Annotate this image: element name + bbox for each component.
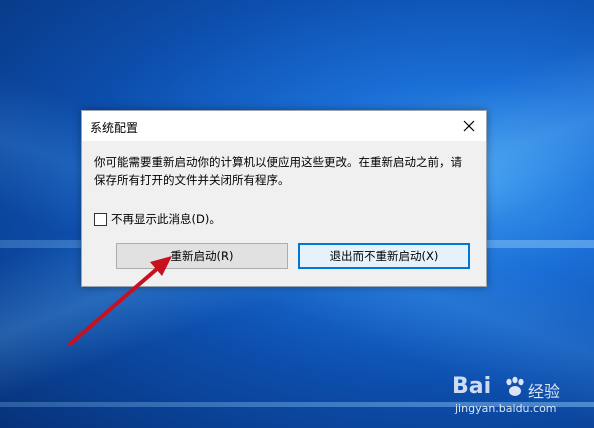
message-line: 保存所有打开的文件并关闭所有程序。: [94, 173, 290, 187]
dialog-message: 你可能需要重新启动你的计算机以便应用这些更改。在重新启动之前，请 保存所有打开的…: [94, 153, 484, 189]
checkbox-box[interactable]: [94, 212, 107, 226]
dialog-titlebar: 系统配置: [82, 111, 486, 141]
dont-show-again-checkbox[interactable]: 不再显示此消息(D)。: [94, 211, 221, 227]
message-line: 你可能需要重新启动你的计算机以便应用这些更改。在重新启动之前，请: [94, 155, 462, 169]
checkbox-label: 不再显示此消息(D)。: [111, 212, 221, 226]
dialog-title: 系统配置: [90, 121, 139, 135]
restart-button[interactable]: 重新启动(R): [116, 243, 288, 269]
watermark-brand: Bai: [452, 374, 492, 399]
close-button[interactable]: [452, 111, 486, 141]
exit-without-restart-button[interactable]: 退出而不重新启动(X): [298, 243, 470, 269]
watermark-url: jingyan.baidu.com: [455, 402, 557, 415]
watermark-label: 经验: [528, 382, 561, 401]
close-icon: [463, 120, 475, 132]
paw-icon: [506, 376, 524, 396]
system-config-dialog: 系统配置 你可能需要重新启动你的计算机以便应用这些更改。在重新启动之前，请 保存…: [81, 110, 487, 287]
baidu-watermark: Bai 经验 jingyan.baidu.com: [452, 374, 592, 424]
